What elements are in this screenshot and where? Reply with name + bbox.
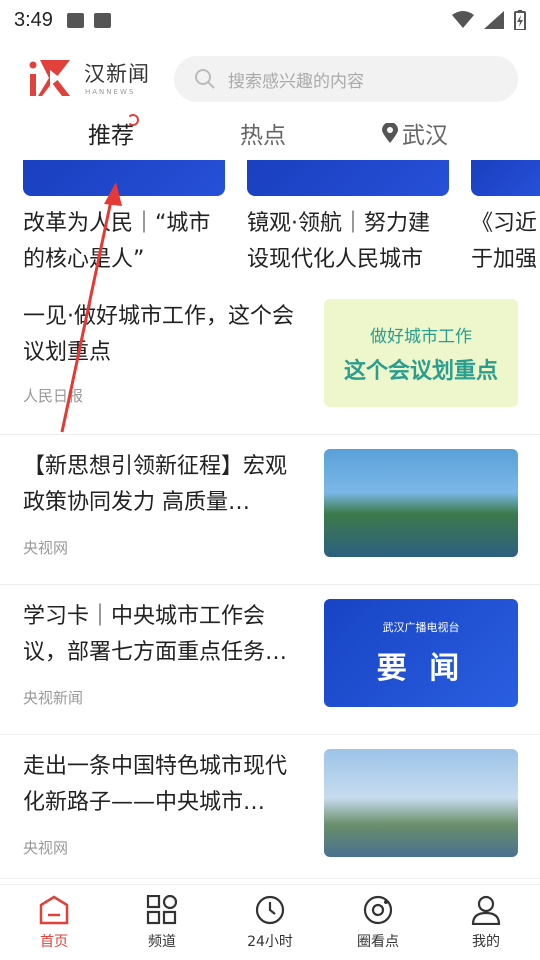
wifi-icon <box>452 11 474 28</box>
search-bar[interactable]: 搜索感兴趣的内容 <box>174 56 518 102</box>
app-logo-icon <box>29 60 70 96</box>
news-title: 一见·做好城市工作，这个会议划重点 <box>23 304 294 365</box>
app-subname: HANNEWS <box>85 88 136 96</box>
nav-channel[interactable]: 频道 <box>108 879 216 960</box>
top-bar: 汉新闻 HANNEWS 搜索感兴趣的内容 <box>0 52 540 106</box>
tab-refresh-indicator <box>127 114 139 126</box>
nav-mine[interactable]: 我的 <box>432 879 540 960</box>
list-item[interactable]: 一见·做好城市工作，这个会议划重点 人民日报 做好城市工作 这个会议划重点 <box>0 285 540 435</box>
carousel-card[interactable]: 改革为人民｜“城市 的核心是人” <box>23 160 225 278</box>
image-notification-icon <box>66 12 84 28</box>
location-pin-icon <box>382 123 398 143</box>
nav-circle[interactable]: 圈看点 <box>324 879 432 960</box>
news-thumbnail <box>324 749 518 857</box>
app-name: 汉新闻 <box>84 62 150 86</box>
thumb-text: 做好城市工作 <box>370 326 472 347</box>
news-source: 央视网 <box>23 539 69 557</box>
list-item[interactable]: 走出一条中国特色城市现代化新路子——中央城市… 央视网 <box>0 735 540 885</box>
nav-channel-label: 频道 <box>148 934 176 950</box>
clock-icon <box>255 895 285 925</box>
home-icon <box>39 895 69 925</box>
nav-home-label: 首页 <box>40 934 68 950</box>
news-thumbnail: 做好城市工作 这个会议划重点 <box>324 299 518 407</box>
news-thumbnail: 武汉广播电视台 要 闻 <box>324 599 518 707</box>
status-bar: 3:49 <box>0 0 540 40</box>
thumb-title: 要 闻 <box>376 651 466 686</box>
circle-view-icon <box>363 895 393 925</box>
news-thumbnail <box>324 449 518 557</box>
carousel-title-line2: 的核心是人” <box>23 247 145 272</box>
carousel-title-line2: 设现代化人民城市 <box>247 247 424 272</box>
search-icon <box>195 69 215 89</box>
carousel-card[interactable]: 《习近 于加强 <box>471 160 540 278</box>
carousel-card[interactable]: 镜观·领航｜努力建 设现代化人民城市 <box>247 160 449 278</box>
carousel-image <box>471 160 540 196</box>
news-title: 走出一条中国特色城市现代化新路子——中央城市… <box>23 754 288 815</box>
signal-icon <box>484 11 504 29</box>
nav-mine-label: 我的 <box>472 934 500 950</box>
carousel-image <box>247 160 449 196</box>
thumb-text: 这个会议划重点 <box>343 358 498 384</box>
news-source: 央视网 <box>23 839 69 857</box>
tab-wuhan[interactable]: 武汉 <box>382 116 448 150</box>
nav-circle-label: 圈看点 <box>357 934 399 950</box>
a-notification-icon <box>93 12 111 28</box>
news-source: 人民日报 <box>23 387 84 405</box>
list-item[interactable]: 学习卡｜中央城市工作会议，部署七方面重点任务… 央视新闻 武汉广播电视台 要 闻 <box>0 585 540 735</box>
carousel-title-line1: 镜观·领航｜努力建 <box>247 211 430 236</box>
news-title: 【新思想引领新征程】宏观政策协同发力 高质量… <box>23 454 288 515</box>
search-placeholder: 搜索感兴趣的内容 <box>228 71 364 92</box>
battery-icon <box>514 10 526 30</box>
tab-wuhan-label: 武汉 <box>402 123 448 149</box>
carousel-title-line1: 改革为人民｜“城市 <box>23 211 211 236</box>
channel-tabs: 推荐 热点 武汉 <box>0 112 540 156</box>
news-source: 央视新闻 <box>23 689 84 707</box>
list-item[interactable]: 【新思想引领新征程】宏观政策协同发力 高质量… 央视网 <box>0 435 540 585</box>
tab-hot[interactable]: 热点 <box>240 116 286 150</box>
bottom-nav: 首页 频道 24小时 圈看点 我的 <box>0 878 540 960</box>
carousel-title-line2: 于加强 <box>471 247 538 272</box>
nav-home[interactable]: 首页 <box>0 879 108 960</box>
top-carousel: 改革为人民｜“城市 的核心是人” 镜观·领航｜努力建 设现代化人民城市 《习近 … <box>0 160 540 285</box>
grid-icon <box>146 895 178 925</box>
thumb-brand: 武汉广播电视台 <box>382 621 460 634</box>
nav-24h-label: 24小时 <box>247 934 293 950</box>
nav-24h[interactable]: 24小时 <box>216 879 324 960</box>
profile-icon <box>471 895 501 925</box>
carousel-image <box>23 160 225 196</box>
carousel-title-line1: 《习近 <box>471 211 538 236</box>
status-time: 3:49 <box>14 8 53 31</box>
news-title: 学习卡｜中央城市工作会议，部署七方面重点任务… <box>23 604 288 665</box>
